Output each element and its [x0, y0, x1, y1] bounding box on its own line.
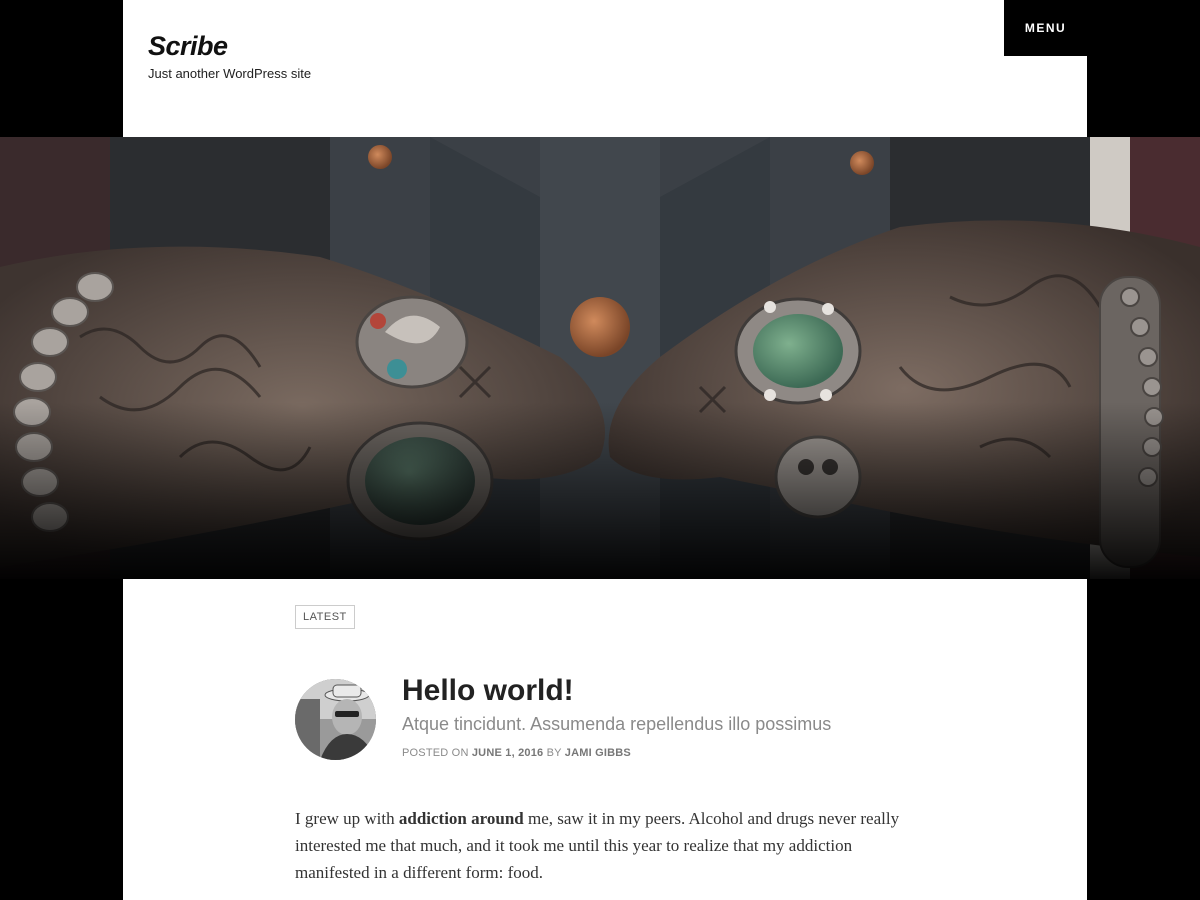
post-date-link[interactable]: JUNE 1, 2016: [472, 747, 544, 759]
author-avatar: [295, 679, 376, 760]
post-body: I grew up with addiction around me, saw …: [295, 805, 915, 886]
post-meta: POSTED ON JUNE 1, 2016 BY JAMI GIBBS: [402, 747, 631, 759]
post-content: LATEST Hello world! Atque tincidunt. Ass…: [123, 579, 1087, 900]
hero-image: [0, 137, 1200, 579]
post-title[interactable]: Hello world!: [402, 674, 574, 707]
site-header: Scribe Just another WordPress site: [123, 0, 1087, 137]
post-subtitle: Atque tincidunt. Assumenda repellendus i…: [402, 714, 832, 734]
by-label: BY: [546, 747, 562, 759]
author-link[interactable]: JAMI GIBBS: [565, 747, 631, 759]
body-bold: addiction around: [398, 809, 524, 828]
menu-button[interactable]: MENU: [1004, 0, 1087, 56]
site-title[interactable]: Scribe: [148, 30, 228, 62]
category-badge[interactable]: LATEST: [295, 605, 355, 629]
site-tagline: Just another WordPress site: [148, 66, 312, 81]
body-intro: I grew up with: [295, 809, 399, 828]
posted-on-label: POSTED ON: [402, 747, 469, 759]
